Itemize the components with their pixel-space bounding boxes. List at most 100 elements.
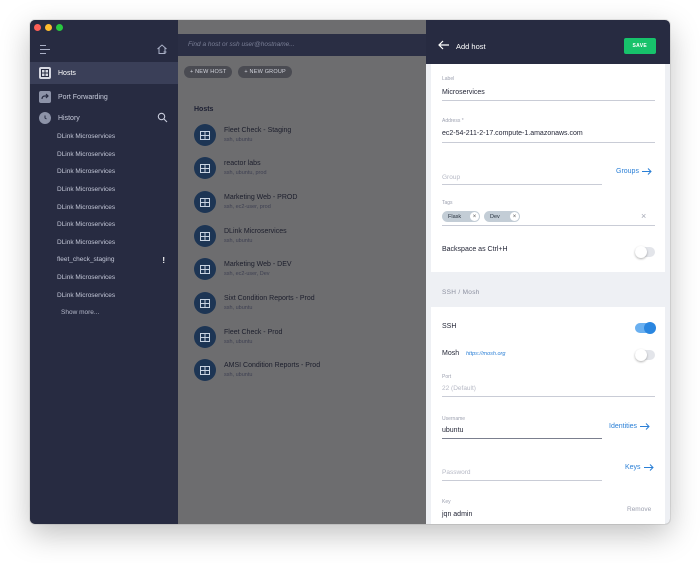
address-underline [442,142,655,143]
host-details: ssh, ubuntu [224,339,253,345]
section-title: Hosts [194,106,214,113]
host-name: DLink Microservices [224,228,287,235]
mosh-toggle[interactable] [635,349,655,361]
password-underline [442,480,602,481]
mosh-link[interactable]: https://mosh.org [466,351,505,357]
keys-link[interactable]: Keys [625,464,654,471]
arrow-right-icon [641,168,652,175]
groups-link[interactable]: Groups [616,168,652,175]
host-name: Fleet Check - Prod [224,329,283,336]
tag-chip[interactable]: Dev × [484,211,520,222]
forward-icon [39,91,51,103]
history-item[interactable]: fleet_check_staging ! [57,256,167,268]
server-icon [194,225,216,247]
identities-link-label: Identities [609,423,638,430]
server-icon [194,191,216,213]
sidebar-item-label: History [58,114,80,122]
ssh-toggle[interactable] [635,322,656,334]
tags-field-label: Tags [442,200,453,206]
sidebar-header [30,40,178,62]
host-details: ssh, ubuntu [224,305,253,311]
backspace-toggle[interactable] [635,246,655,258]
remove-tag-icon[interactable]: × [470,212,479,221]
backspace-label: Backspace as Ctrl+H [442,246,508,253]
home-icon[interactable] [156,43,168,55]
hosts-main: Find a host or ssh user@hostname... + NE… [178,20,426,524]
address-field-label: Address * [442,118,464,124]
history-item[interactable]: DLink Microservices [57,151,167,163]
server-icon [194,292,216,314]
history-item-label: fleet_check_staging [57,256,115,263]
history-item[interactable]: DLink Microservices [57,221,167,233]
host-item[interactable]: AMSI Condition Reports - Prod ssh, ubunt… [194,359,414,385]
history-item[interactable]: DLink Microservices [57,133,167,145]
history-item[interactable]: DLink Microservices [57,274,167,286]
host-item[interactable]: Marketing Web - DEV ssh, ec2-user, Dev [194,258,414,284]
host-name: reactor labs [224,160,261,167]
remove-key-button[interactable]: Remove [627,506,651,513]
new-host-button[interactable]: + NEW HOST [184,66,233,78]
host-details: ssh, ubuntu, prod [224,170,267,176]
history-item[interactable]: DLink Microservices [57,239,167,251]
host-item[interactable]: Sixt Condition Reports - Prod ssh, ubunt… [194,292,414,318]
sidebar-item-port-forwarding[interactable]: Port Forwarding [30,86,178,108]
tag-chip[interactable]: Flask × [442,211,480,222]
label-field[interactable]: Microservices [442,89,485,96]
port-underline [442,396,655,397]
password-field[interactable]: Password [442,469,471,476]
sidebar-item-label: Hosts [58,69,76,77]
port-field[interactable]: 22 (Default) [442,385,476,392]
host-item[interactable]: Fleet Check - Prod ssh, ubuntu [194,326,414,352]
host-item[interactable]: DLink Microservices ssh, ubuntu [194,225,414,251]
search-placeholder: Find a host or ssh user@hostname... [188,41,295,48]
server-icon [194,124,216,146]
minimize-window-button[interactable] [45,24,52,31]
history-item-label: DLink Microservices [57,133,116,140]
search-icon[interactable] [157,112,168,123]
maximize-window-button[interactable] [56,24,63,31]
clear-tags-icon[interactable]: × [641,211,646,221]
host-name: Marketing Web - PROD [224,194,298,201]
host-item[interactable]: reactor labs ssh, ubuntu, prod [194,157,414,183]
new-group-button[interactable]: + NEW GROUP [238,66,292,78]
panel-header: Add host SAVE [426,20,670,64]
host-name: Fleet Check - Staging [224,127,292,134]
sidebar-item-hosts[interactable]: Hosts [30,62,178,84]
username-field[interactable]: ubuntu [442,427,463,434]
ssh-mosh-section-title: SSH / Mosh [442,289,480,296]
identities-link[interactable]: Identities [609,423,650,430]
host-details: ssh, ec2-user, prod [224,204,271,210]
close-window-button[interactable] [34,24,41,31]
host-details: ssh, ec2-user, Dev [224,271,270,277]
group-field[interactable]: Group [442,174,460,181]
username-field-label: Username [442,416,466,422]
window-controls [34,24,63,31]
history-item[interactable]: DLink Microservices [57,168,167,180]
history-item-label: DLink Microservices [57,292,116,299]
history-item[interactable]: DLink Microservices [57,292,167,304]
host-details: ssh, ubuntu [224,137,253,143]
address-field[interactable]: ec2-54-211-2-17.compute-1.amazonaws.com [442,130,583,137]
save-button[interactable]: SAVE [623,38,656,54]
host-details: ssh, ubuntu [224,238,253,244]
history-item[interactable]: DLink Microservices [57,186,167,198]
menu-icon[interactable] [40,45,50,54]
mosh-label: Mosh [442,350,460,357]
sidebar-item-label: Port Forwarding [58,93,108,101]
remove-tag-icon[interactable]: × [510,212,519,221]
show-more-link[interactable]: Show more... [61,309,171,321]
history-item-label: DLink Microservices [57,186,116,193]
panel-title: Add host [456,42,486,51]
toolbar: + NEW HOST + NEW GROUP [184,66,292,78]
key-field[interactable]: jqn admin [442,511,472,518]
host-item[interactable]: Fleet Check - Staging ssh, ubuntu [194,124,414,150]
host-item[interactable]: Marketing Web - PROD ssh, ec2-user, prod [194,191,414,217]
sidebar-item-history[interactable]: History [30,107,178,129]
back-arrow-icon[interactable] [438,40,450,50]
host-name: Sixt Condition Reports - Prod [224,295,315,302]
keys-link-label: Keys [625,464,641,471]
server-icon [194,157,216,179]
search-input[interactable]: Find a host or ssh user@hostname... [178,34,426,56]
key-field-label: Key [442,499,451,505]
history-item[interactable]: DLink Microservices [57,204,167,216]
